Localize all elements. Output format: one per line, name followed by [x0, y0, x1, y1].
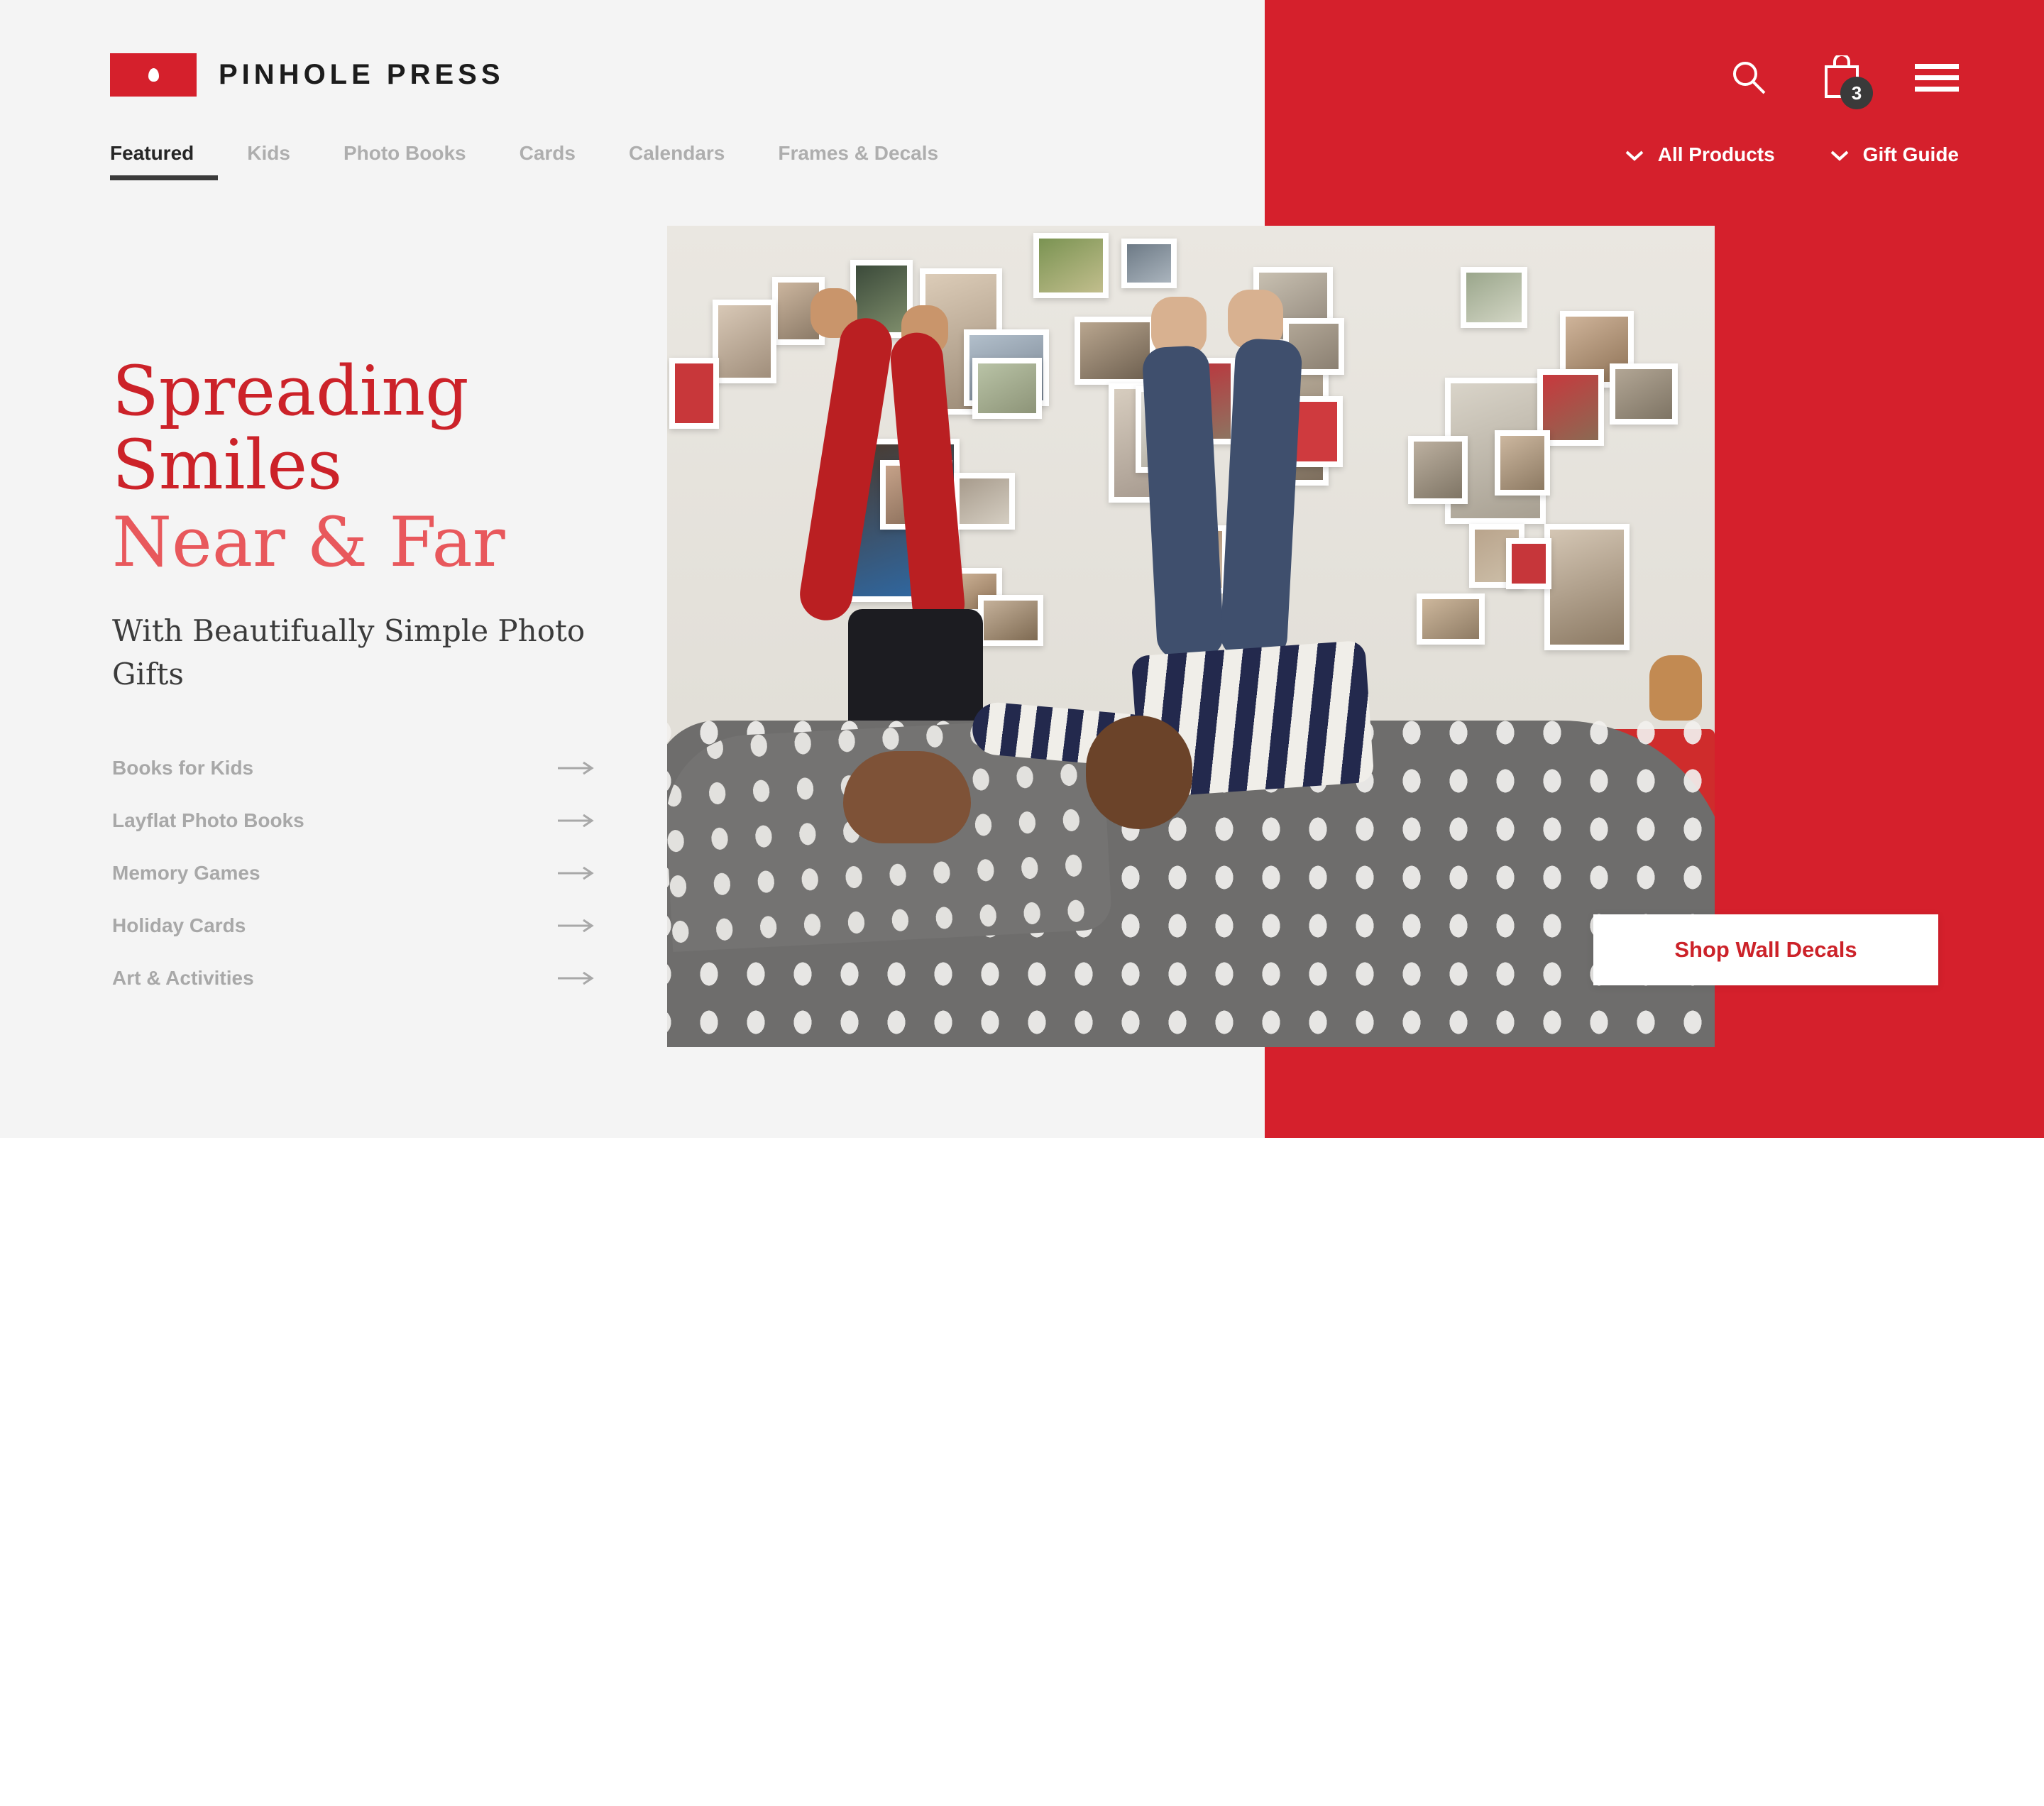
search-icon[interactable] — [1729, 58, 1769, 97]
wall-print — [1506, 538, 1551, 589]
chevron-down-icon — [1830, 143, 1849, 166]
wall-print — [1610, 363, 1678, 425]
hero-image — [667, 226, 1715, 1047]
hero-link-books-for-kids[interactable]: Books for Kids — [112, 742, 595, 794]
secondary-nav: All Products Gift Guide — [1625, 143, 1959, 166]
hero-copy: Spreading Smiles Near & Far With Beautif… — [112, 351, 609, 696]
pinhole-dot-icon — [110, 53, 197, 97]
hero-link-label: Holiday Cards — [112, 914, 246, 936]
wall-print — [978, 595, 1043, 646]
menu-icon[interactable] — [1915, 63, 1959, 92]
arrow-right-icon — [556, 760, 595, 776]
menu-gift-guide-label: Gift Guide — [1862, 143, 1959, 165]
wall-print — [713, 300, 776, 383]
hero-link-label: Art & Activities — [112, 967, 254, 989]
tab-featured[interactable]: Featured — [110, 142, 247, 180]
wall-print — [1544, 524, 1630, 650]
wall-print — [669, 358, 719, 429]
headline-line-3: Near & Far — [112, 503, 505, 583]
child-head — [843, 751, 971, 843]
hero-link-memory-games[interactable]: Memory Games — [112, 847, 595, 899]
wall-print — [1461, 267, 1527, 328]
tab-calendars[interactable]: Calendars — [629, 142, 778, 165]
teddy-bear — [1649, 655, 1702, 721]
header-icon-group: 3 — [1729, 53, 1959, 109]
child-head — [1086, 716, 1192, 829]
wall-print — [972, 358, 1042, 419]
hero-link-label: Layflat Photo Books — [112, 809, 304, 831]
hero-link-art-activities[interactable]: Art & Activities — [112, 952, 595, 1005]
wall-print — [1033, 233, 1109, 298]
hero-link-layflat-photo-books[interactable]: Layflat Photo Books — [112, 794, 595, 847]
tab-kids[interactable]: Kids — [247, 142, 344, 165]
primary-nav: Featured Kids Photo Books Cards Calendar… — [110, 142, 991, 180]
hero-section: PINHOLE PRESS 3 Featured Kids Photo Book… — [0, 0, 2044, 1138]
wall-print — [1417, 593, 1485, 645]
site-header: PINHOLE PRESS 3 — [0, 0, 2044, 142]
best-sellers-section: All Time Best Sellers — [0, 1138, 2044, 1806]
brand-name: PINHOLE PRESS — [219, 59, 505, 90]
hero-link-list: Books for Kids Layflat Photo Books Memor… — [112, 742, 595, 1005]
arrow-right-icon — [556, 970, 595, 986]
menu-gift-guide[interactable]: Gift Guide — [1830, 143, 1959, 166]
hero-subheadline: With Beautifually Simple Photo Gifts — [112, 613, 586, 691]
tab-cards[interactable]: Cards — [520, 142, 629, 165]
shop-wall-decals-button[interactable]: Shop Wall Decals — [1593, 914, 1938, 985]
arrow-right-icon — [556, 813, 595, 828]
chevron-down-icon — [1625, 143, 1644, 166]
cart-icon[interactable]: 3 — [1822, 53, 1873, 109]
headline-line-2: Smiles — [112, 425, 343, 505]
arrow-right-icon — [556, 918, 595, 934]
arrow-right-icon — [556, 865, 595, 881]
menu-all-products-label: All Products — [1657, 143, 1775, 165]
wall-print — [1121, 239, 1177, 288]
hero-link-label: Memory Games — [112, 862, 260, 884]
hero-link-holiday-cards[interactable]: Holiday Cards — [112, 899, 595, 952]
brand-logo[interactable]: PINHOLE PRESS — [110, 53, 505, 97]
tab-photo-books[interactable]: Photo Books — [344, 142, 520, 165]
wall-print — [1408, 436, 1468, 504]
tab-frames-decals[interactable]: Frames & Decals — [778, 142, 991, 165]
headline-line-1: Spreading — [112, 351, 469, 431]
hero-link-label: Books for Kids — [112, 757, 254, 779]
wall-print — [1495, 430, 1550, 496]
page-title: Spreading Smiles Near & Far — [112, 351, 609, 583]
cart-badge: 3 — [1840, 77, 1873, 109]
wall-print — [954, 473, 1015, 530]
menu-all-products[interactable]: All Products — [1625, 143, 1775, 166]
